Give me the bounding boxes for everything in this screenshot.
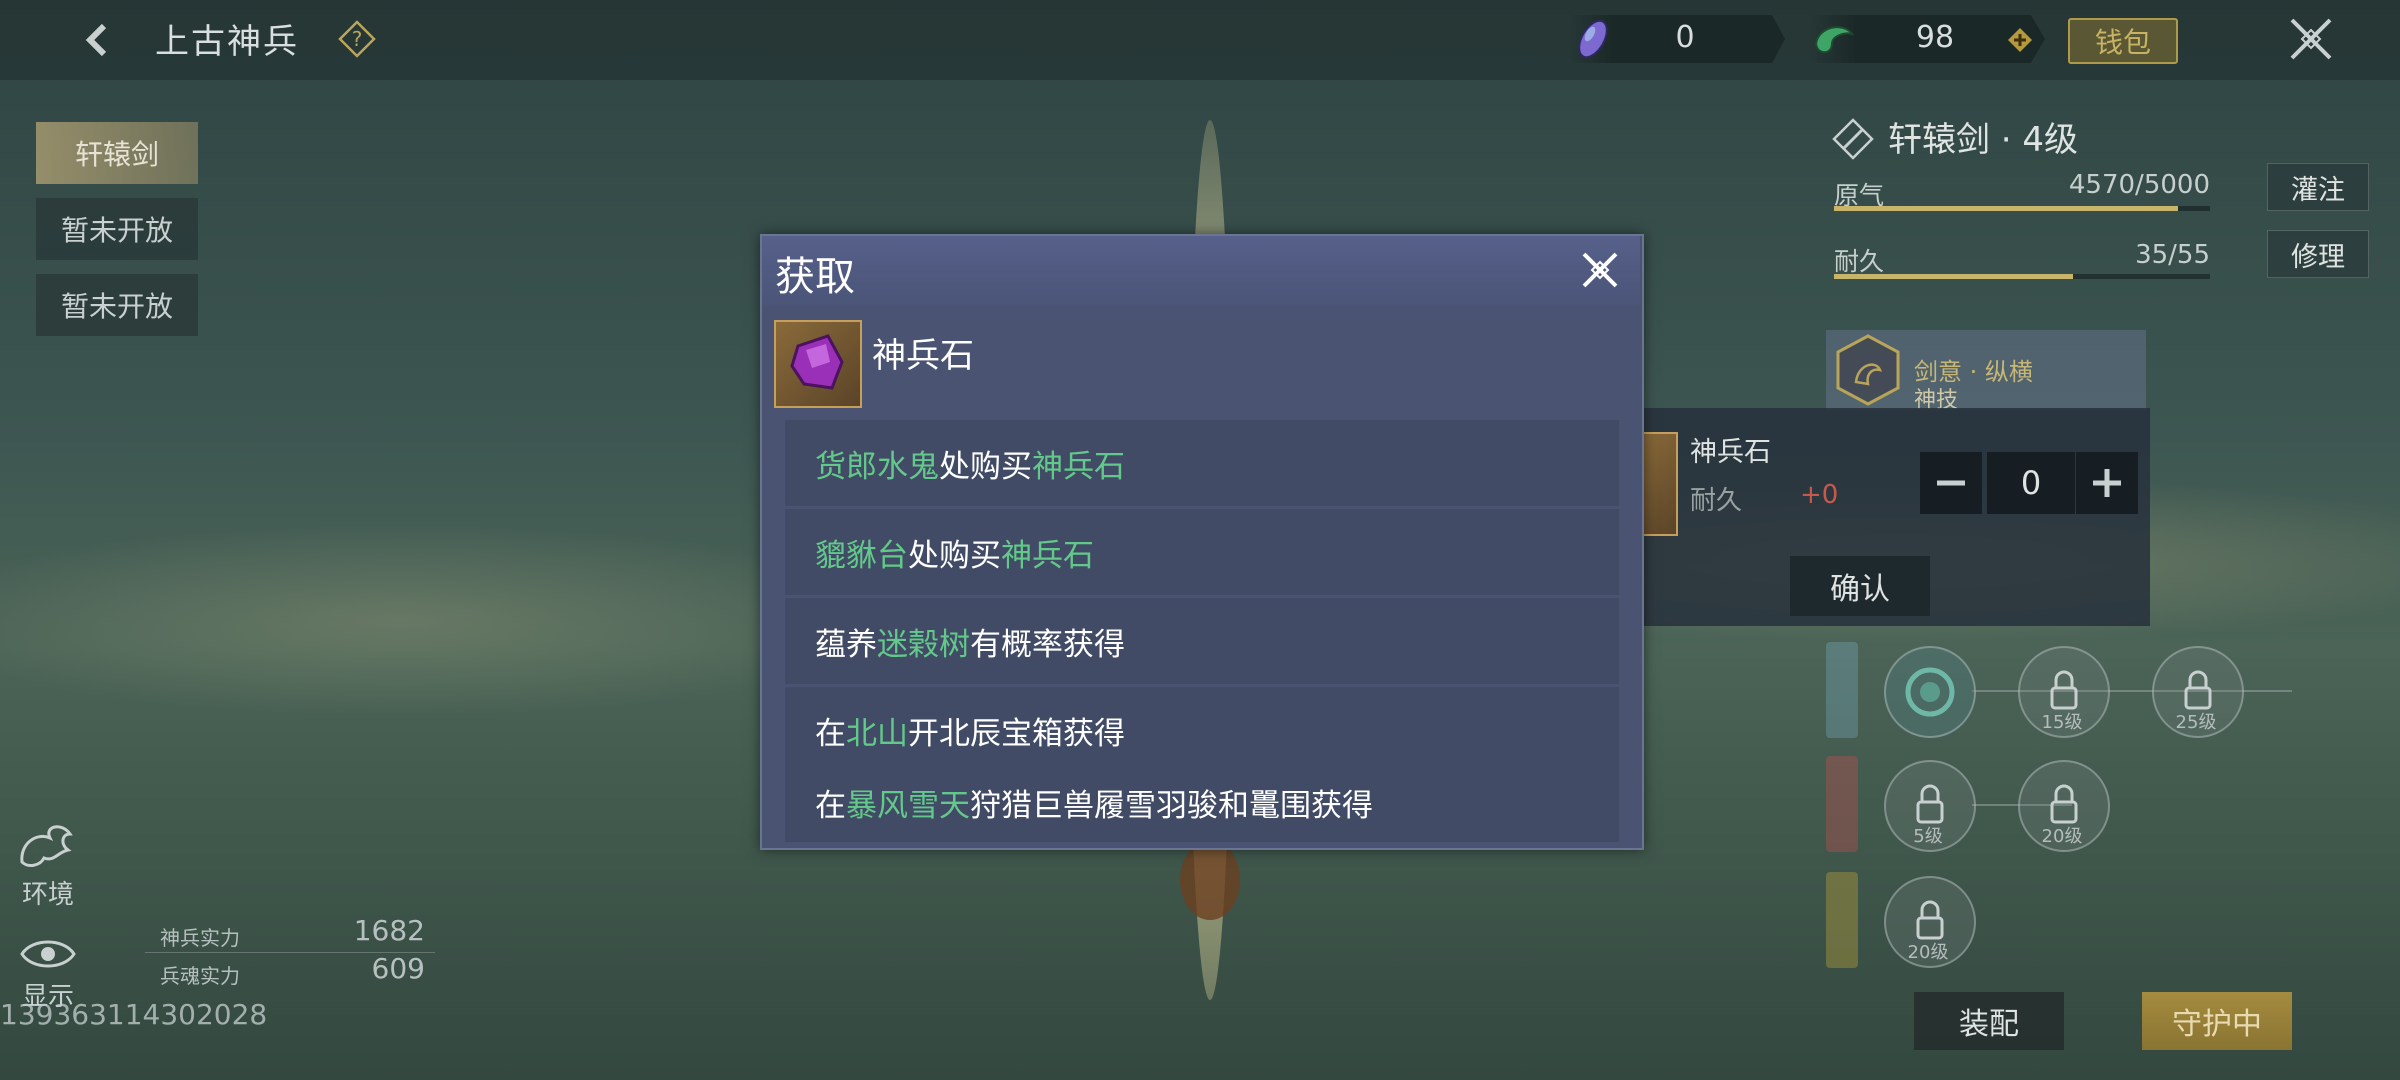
stat-value-durability: 35/55: [2135, 240, 2210, 270]
guard-button[interactable]: 守护中: [2142, 992, 2292, 1050]
jade-resource-icon: [1814, 26, 1855, 54]
slot-tag-red: [1826, 756, 1858, 852]
source-text: 处购买: [939, 448, 1032, 485]
equip-button[interactable]: 装配: [1914, 992, 2064, 1050]
buy-durability-bonus: +0: [1800, 480, 1839, 510]
source-text: 在: [815, 715, 846, 752]
tab-locked-2[interactable]: 暂未开放: [36, 274, 198, 336]
source-text: 在: [815, 787, 846, 824]
chevron-left-icon: [85, 23, 107, 57]
source-text: 开北辰宝箱获得: [908, 715, 1125, 752]
slot-level-label: 20级: [1907, 942, 1949, 963]
buy-item-name: 神兵石: [1690, 437, 1771, 468]
yuanqi-bar-fill: [1834, 206, 2178, 211]
repair-button[interactable]: 修理: [2267, 230, 2369, 278]
slot-level-label: 20级: [2041, 826, 2083, 847]
close-icon[interactable]: [2286, 14, 2336, 64]
tab-xuanyuan-sword[interactable]: 轩辕剑: [36, 122, 198, 184]
soul-power-label: 兵魂实力: [160, 964, 240, 988]
source-highlight-text: 暴风雪天: [846, 787, 970, 824]
source-row[interactable]: 在暴风雪天 狩猎巨兽履雪羽骏和鼍围获得: [785, 762, 1619, 842]
infuse-button[interactable]: 灌注: [2267, 163, 2369, 211]
svg-text:?: ?: [352, 27, 363, 51]
buy-durability-label: 耐久: [1690, 486, 1743, 516]
slot-level-label: 5级: [1913, 826, 1943, 847]
source-highlight-text: 迷榖树: [877, 626, 970, 663]
shenbing-stone-icon: [774, 320, 862, 408]
source-row[interactable]: 在北山 开北辰宝箱获得: [785, 687, 1619, 773]
minus-icon: [1937, 480, 1965, 486]
player-uid: 139363114302028: [0, 998, 268, 1031]
stat-value-yuanqi: 4570/5000: [2068, 170, 2210, 200]
environment-label: 环境: [22, 880, 75, 910]
source-highlight-text: 货郎水鬼: [815, 448, 939, 485]
weapon-name: 轩辕剑 · 4级: [1888, 120, 2079, 160]
weapon-power-value: 1682: [353, 914, 425, 947]
modal-item-name: 神兵石: [872, 336, 974, 376]
help-icon[interactable]: ?: [338, 20, 376, 58]
purple-gem-icon: [790, 334, 844, 390]
crystal-count: 0: [1675, 20, 1695, 55]
jade-count: 98: [1915, 20, 1955, 55]
page-title: 上古神兵: [155, 22, 299, 62]
soul-power-value: 609: [371, 952, 425, 985]
source-row[interactable]: 蕴养 迷榖树 有概率获得: [785, 598, 1619, 684]
source-highlight-text: 貔貅台: [815, 537, 908, 574]
crystal-resource-icon: [1578, 19, 1608, 59]
source-text: 有概率获得: [970, 626, 1125, 663]
source-row[interactable]: 货郎水鬼 处购买 神兵石: [785, 420, 1619, 506]
back-button[interactable]: [70, 12, 126, 68]
slot-tag-yellow: [1826, 872, 1858, 968]
wallet-button[interactable]: 钱包: [2068, 18, 2178, 64]
close-icon[interactable]: [1578, 248, 1622, 292]
durability-bar: [1834, 274, 2210, 279]
source-row[interactable]: 貔貅台 处购买 神兵石: [785, 509, 1619, 595]
environment-icon[interactable]: [14, 816, 84, 872]
dragon-soul-icon: [1905, 667, 1955, 717]
stat-label-durability: 耐久: [1834, 247, 1885, 276]
plus-icon: [2093, 469, 2121, 497]
sword-icon: [1832, 118, 1874, 160]
skill-emblem-icon: [1836, 334, 1900, 406]
quantity-value[interactable]: 0: [1987, 452, 2075, 514]
modal-header: [762, 236, 1640, 306]
modal-title: 获取: [775, 254, 855, 300]
source-text: 处购买: [908, 537, 1001, 574]
confirm-button[interactable]: 确认: [1790, 556, 1930, 616]
eye-icon[interactable]: [20, 934, 76, 974]
soul-slot-active[interactable]: [1884, 646, 1976, 738]
slot-level-label: 25级: [2175, 712, 2217, 733]
decrease-button[interactable]: [1920, 452, 1982, 514]
tab-locked-1[interactable]: 暂未开放: [36, 198, 198, 260]
weapon-power-label: 神兵实力: [160, 926, 240, 950]
add-jade-icon[interactable]: [2006, 26, 2034, 54]
slot-tag-blue: [1826, 642, 1858, 738]
yuanqi-bar: [1834, 206, 2210, 211]
source-text: 蕴养: [815, 626, 877, 663]
source-highlight-text: 神兵石: [1001, 537, 1094, 574]
durability-bar-fill: [1834, 274, 2074, 279]
source-highlight-text: 北山: [846, 715, 908, 752]
increase-button[interactable]: [2076, 452, 2138, 514]
source-text: 狩猎巨兽履雪羽骏和鼍围获得: [970, 787, 1373, 824]
source-highlight-text: 神兵石: [1032, 448, 1125, 485]
slot-level-label: 15级: [2041, 712, 2083, 733]
